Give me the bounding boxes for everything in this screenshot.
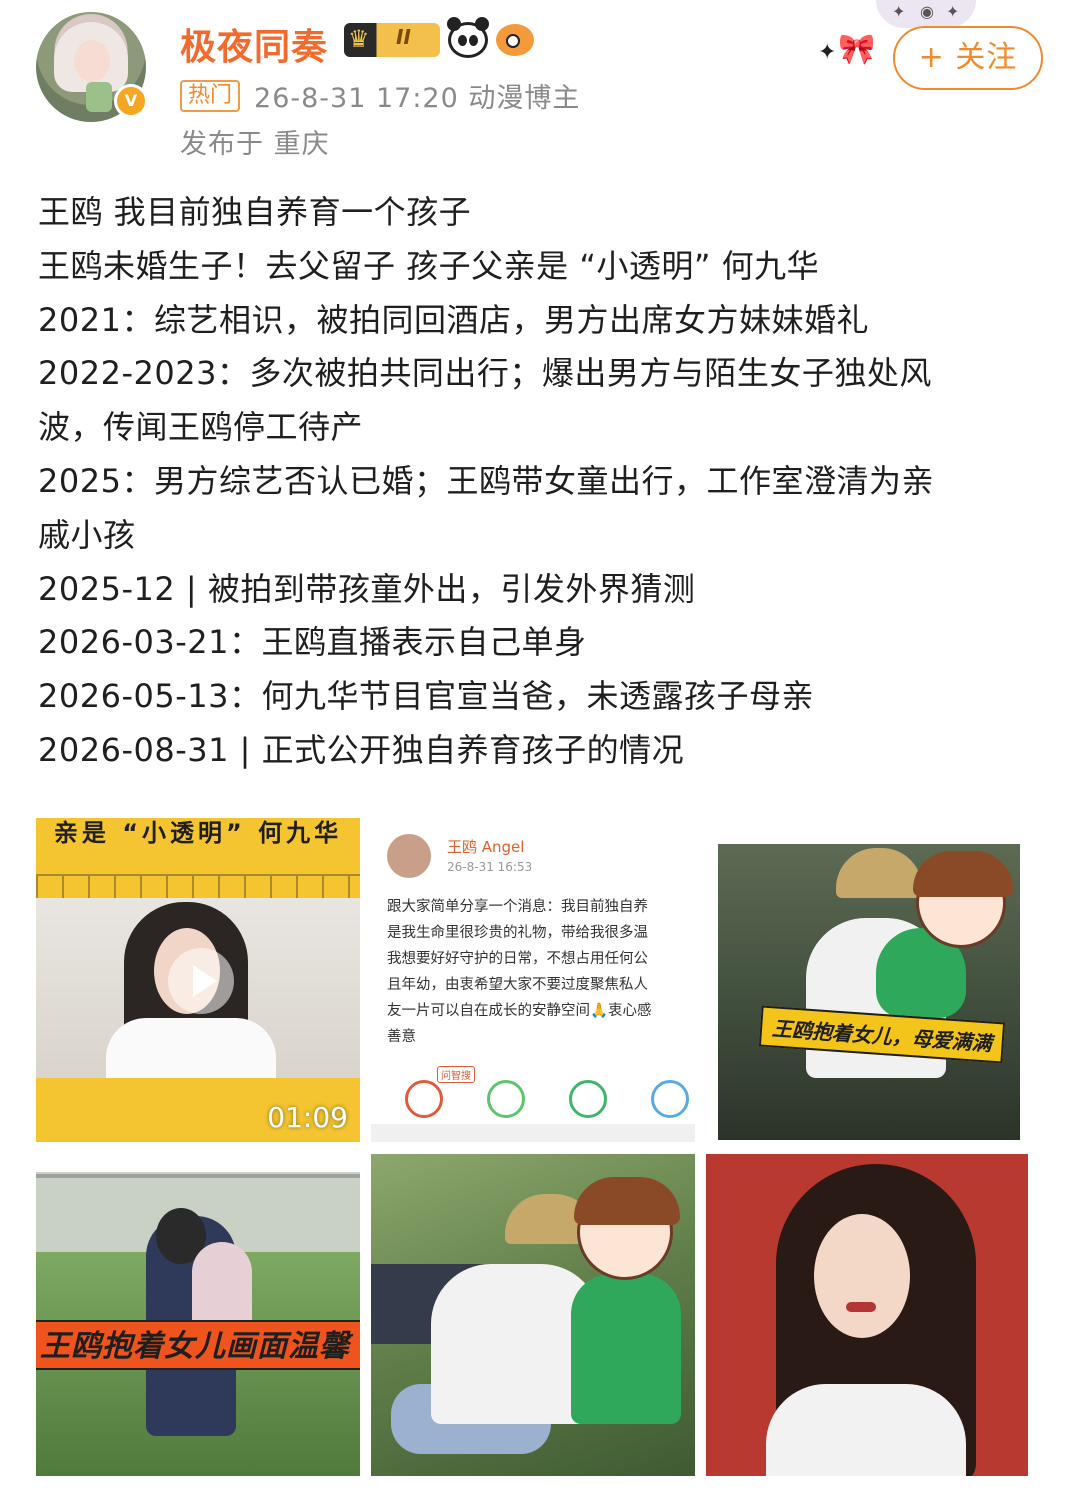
photo-mother-daughter-3[interactable] <box>371 1154 695 1476</box>
post-time-category: 26-8-31 17:20 动漫博主 <box>254 83 581 114</box>
post-meta: 热门 26-8-31 17:20 动漫博主 <box>180 76 580 115</box>
post-line: 王鸥 我目前独自养育一个孩子 <box>38 193 472 231</box>
moments-icon <box>569 1080 607 1118</box>
video-banner-text: 亲是 “小透明” 何九华 <box>53 819 343 847</box>
post-location: 发布于 重庆 <box>180 129 330 160</box>
post-body: 王鸥 我目前独自养育一个孩子 王鸥未婚生子！去父留子 孩子父亲是 “小透明” 何… <box>38 186 1038 778</box>
portrait-photo[interactable] <box>706 1154 1028 1476</box>
post-line: 2026-05-13：何九华节目官宣当爸，未透露孩子母亲 <box>38 677 814 716</box>
post-line: 2025-12 | 被拍到带孩童外出，引发外界猜测 <box>38 569 696 608</box>
post-line: 2025：男方综艺否认已婚；王鸥带女童出行，工作室澄清为亲 <box>38 461 934 500</box>
user-badges: ♛ II <box>344 17 534 58</box>
photo-mother-daughter-1[interactable]: 王鸥抱着女儿，母爱满满 <box>716 818 1020 1142</box>
username[interactable]: 极夜同奏 <box>180 18 328 70</box>
avatar-face <box>74 40 110 82</box>
wechat-icon <box>487 1080 525 1118</box>
avatar-cup <box>86 82 112 112</box>
share-icons <box>405 1080 695 1118</box>
post-line: 2026-03-21：王鸥直播表示自己单身 <box>38 623 587 662</box>
crown-icon: ♛ <box>348 25 370 53</box>
hot-tag: 热门 <box>180 79 241 112</box>
screenshot-time: 26-8-31 16:53 <box>447 860 533 874</box>
cartoon-face-sticker <box>574 1177 680 1280</box>
panda-badge-icon[interactable] <box>447 17 489 58</box>
search-share-icon <box>405 1080 443 1118</box>
post-line: 2022-2023：多次被拍共同出行；爆出男方与陌生女子独处风 <box>38 354 932 393</box>
follow-button[interactable]: + 关注 <box>893 26 1043 90</box>
post-line: 戚小孩 <box>38 515 136 554</box>
post-line: 2026-08-31 | 正式公开独自养育孩子的情况 <box>38 730 685 769</box>
cartoon-face-sticker <box>913 851 1013 948</box>
qq-icon <box>651 1080 689 1118</box>
screenshot-body: 跟大家简单分享一个消息：我目前独自养 是我生命里很珍贵的礼物，带给我很多温 我想… <box>387 899 652 1045</box>
decoration-stars-icon: ✦ ◉ ✦ <box>876 0 976 28</box>
verified-badge-icon: V <box>114 84 148 118</box>
post-line: 波，传闻王鸥停工待产 <box>38 408 364 447</box>
sparkle-icon: ✦ <box>818 40 837 65</box>
level-label: II <box>396 25 411 49</box>
fish-badge-icon[interactable] <box>496 24 534 56</box>
video-thumbnail[interactable]: 亲是 “小透明” 何九华 01:09 <box>36 818 360 1142</box>
video-duration: 01:09 <box>267 1101 348 1134</box>
photo-caption: 王鸥抱着女儿画面温馨 <box>36 1320 360 1370</box>
screenshot-username: 王鸥 Angel <box>447 838 525 856</box>
bow-icon: 🎀 <box>838 32 876 67</box>
photo-mother-daughter-2[interactable]: 王鸥抱着女儿画面温馨 <box>36 1172 360 1476</box>
crown-level-badge-icon[interactable]: ♛ II <box>344 23 440 57</box>
post-screenshot-image[interactable]: 王鸥 Angel 26-8-31 16:53 跟大家简单分享一个消息：我目前独自… <box>371 818 695 1142</box>
post-line: 2021：综艺相识，被拍同回酒店，男方出席女方妹妹婚礼 <box>38 300 869 339</box>
screenshot-avatar <box>387 834 431 878</box>
play-icon[interactable] <box>168 948 234 1014</box>
post-line: 王鸥未婚生子！去父留子 孩子父亲是 “小透明” 何九华 <box>38 246 820 285</box>
